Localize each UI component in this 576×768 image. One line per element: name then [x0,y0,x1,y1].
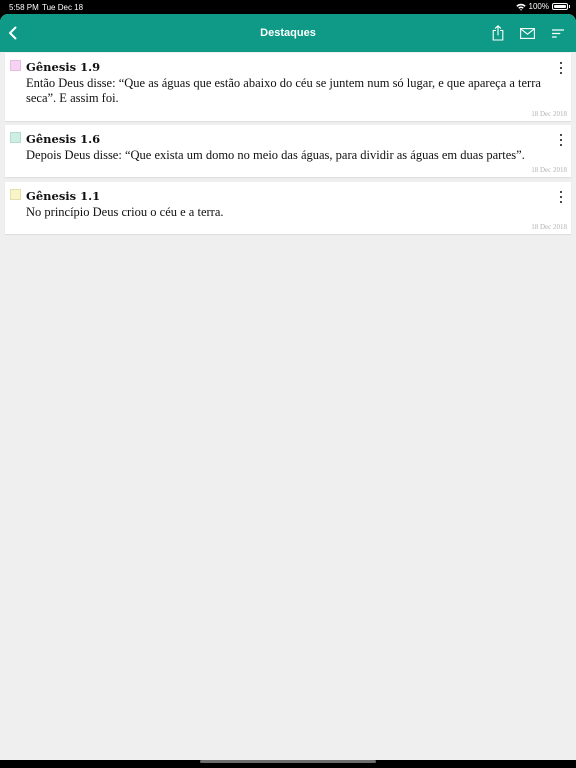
highlight-card[interactable]: Gênesis 1.6 Depois Deus disse: “Que exis… [5,125,571,177]
more-options-button[interactable] [557,191,565,203]
status-date: Tue Dec 18 [42,3,84,12]
verse-reference: Gênesis 1.6 [26,132,101,146]
mail-icon [519,27,535,39]
highlight-color-swatch [10,60,21,71]
more-dot [559,66,563,70]
share-icon [492,25,504,41]
highlight-date: 18 Dec 2018 [531,166,567,174]
more-dot [559,143,563,146]
mail-button[interactable] [517,24,537,42]
more-dot [559,191,563,194]
highlight-date: 18 Dec 2018 [531,223,567,231]
more-options-button[interactable] [557,134,565,146]
wifi-icon [515,3,526,11]
verse-text: Depois Deus disse: “Que exista um domo n… [26,148,525,162]
verse-text: No princípio Deus criou o céu e a terra. [26,205,224,219]
chevron-left-icon [8,26,16,40]
status-time: 5:58 PM [9,3,39,12]
back-button[interactable] [4,24,20,42]
highlight-date: 18 Dec 2018 [531,110,567,118]
battery-cap [569,5,570,8]
status-indicators: 100% [515,2,570,11]
highlight-color-swatch [10,132,21,143]
highlight-card[interactable]: Gênesis 1.1 No princípio Deus criou o cé… [5,182,571,234]
more-dot [559,134,563,137]
share-button[interactable] [488,24,508,42]
verse-reference: Gênesis 1.9 [26,60,101,74]
highlight-card[interactable]: Gênesis 1.9 Então Deus disse: “Que as ág… [5,53,571,121]
battery-icon [552,3,570,10]
more-dot [559,195,563,199]
home-indicator[interactable] [200,760,376,763]
verse-text: Então Deus disse: “Que as águas que estã… [26,76,541,105]
more-options-button[interactable] [557,62,565,74]
more-dot [559,138,563,142]
more-dot [559,71,563,74]
sort-button[interactable] [548,24,568,42]
sort-icon [552,28,564,38]
highlight-color-swatch [10,189,21,200]
more-dot [559,200,563,203]
app-window: Destaques Gênesis 1.9 Então Deus disse: … [0,14,576,760]
status-bar: 5:58 PM Tue Dec 18 100% [0,0,576,14]
more-dot [559,62,563,65]
battery-level [554,5,566,8]
battery-percentage: 100% [528,2,549,11]
navigation-bar: Destaques [0,14,576,52]
verse-reference: Gênesis 1.1 [26,189,101,203]
